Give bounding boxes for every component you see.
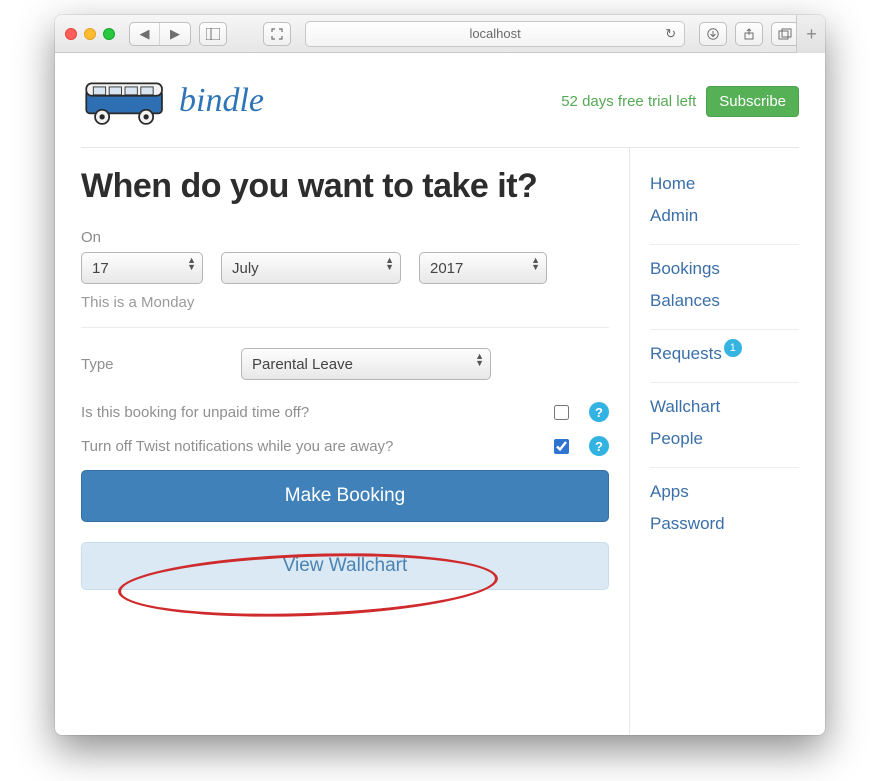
new-tab-button[interactable]: + — [796, 15, 825, 53]
page-body: When do you want to take it? On 17 ▲▼ Ju… — [81, 148, 799, 735]
day-value: 17 — [92, 260, 109, 277]
back-button[interactable]: ◀ — [130, 23, 160, 45]
sidebar-item-admin[interactable]: Admin — [650, 200, 799, 232]
nav-group-5: Apps Password — [650, 476, 799, 552]
close-icon[interactable] — [65, 28, 77, 40]
tabs-icon — [778, 28, 792, 40]
share-icon — [743, 28, 755, 40]
year-select[interactable]: 2017 ▲▼ — [419, 252, 547, 284]
sidebar-item-requests[interactable]: Requests 1 — [650, 338, 799, 370]
download-icon — [707, 28, 719, 40]
sidebar-item-apps[interactable]: Apps — [650, 476, 799, 508]
month-select[interactable]: July ▲▼ — [221, 252, 401, 284]
share-button[interactable] — [735, 22, 763, 46]
main-content: When do you want to take it? On 17 ▲▼ Ju… — [81, 148, 629, 735]
nav-group-2: Bookings Balances — [650, 253, 799, 330]
type-select[interactable]: Parental Leave ▲▼ — [241, 348, 491, 380]
sidebar-icon — [206, 28, 220, 40]
maximize-icon[interactable] — [103, 28, 115, 40]
logo-icon — [81, 71, 169, 131]
chevron-updown-icon: ▲▼ — [385, 257, 394, 271]
sidebar-item-people[interactable]: People — [650, 423, 799, 455]
nav-back-forward: ◀ ▶ — [129, 22, 191, 46]
browser-window: ◀ ▶ localhost ↻ » + — [55, 15, 825, 735]
type-row: Type Parental Leave ▲▼ — [81, 348, 609, 380]
weekday-hint: This is a Monday — [81, 294, 609, 311]
date-selects: 17 ▲▼ July ▲▼ 2017 ▲▼ — [81, 252, 609, 284]
type-label: Type — [81, 356, 241, 373]
requests-badge: 1 — [724, 339, 742, 357]
sidebar-item-home[interactable]: Home — [650, 168, 799, 200]
sidebar-item-label: Requests — [650, 344, 722, 364]
twist-label: Turn off Twist notifications while you a… — [81, 438, 554, 455]
month-value: July — [232, 260, 259, 277]
type-value: Parental Leave — [252, 356, 353, 373]
day-select[interactable]: 17 ▲▼ — [81, 252, 203, 284]
window-controls — [65, 28, 115, 40]
sidebar-item-bookings[interactable]: Bookings — [650, 253, 799, 285]
tabs-button[interactable] — [771, 22, 799, 46]
trial-status: 52 days free trial left — [561, 93, 696, 110]
unpaid-row: Is this booking for unpaid time off? ? — [81, 402, 609, 422]
page-title: When do you want to take it? — [81, 168, 609, 205]
divider — [81, 327, 609, 328]
view-wallchart-button[interactable]: View Wallchart — [81, 542, 609, 590]
unpaid-checkbox[interactable] — [554, 405, 569, 420]
url-bar[interactable]: localhost ↻ — [305, 21, 685, 47]
nav-group-4: Wallchart People — [650, 391, 799, 468]
forward-button[interactable]: ▶ — [160, 23, 190, 45]
sidebar-item-balances[interactable]: Balances — [650, 285, 799, 317]
chevron-updown-icon: ▲▼ — [531, 257, 540, 271]
sidebar-item-password[interactable]: Password — [650, 508, 799, 540]
help-icon[interactable]: ? — [589, 402, 609, 422]
year-value: 2017 — [430, 260, 463, 277]
page: bindle 52 days free trial left Subscribe… — [55, 53, 825, 735]
help-icon[interactable]: ? — [589, 436, 609, 456]
url-text: localhost — [469, 26, 520, 41]
downloads-button[interactable] — [699, 22, 727, 46]
sidebar-toggle-button[interactable] — [199, 22, 227, 46]
brand-name: bindle — [179, 82, 264, 120]
chevron-updown-icon: ▲▼ — [475, 353, 484, 367]
on-label: On — [81, 229, 609, 246]
minimize-icon[interactable] — [84, 28, 96, 40]
twist-checkbox[interactable] — [554, 439, 569, 454]
reload-icon[interactable]: ↻ — [665, 26, 676, 42]
sidebar: Home Admin Bookings Balances Requests 1 … — [629, 148, 799, 735]
expand-icon — [271, 28, 283, 40]
subscribe-button[interactable]: Subscribe — [706, 86, 799, 117]
sidebar-item-wallchart[interactable]: Wallchart — [650, 391, 799, 423]
unpaid-label: Is this booking for unpaid time off? — [81, 404, 554, 421]
nav-group-3: Requests 1 — [650, 338, 799, 383]
app-header: bindle 52 days free trial left Subscribe — [81, 71, 799, 148]
fullscreen-button[interactable] — [263, 22, 291, 46]
make-booking-button[interactable]: Make Booking — [81, 470, 609, 522]
browser-toolbar: ◀ ▶ localhost ↻ » + — [55, 15, 825, 53]
twist-row: Turn off Twist notifications while you a… — [81, 436, 609, 456]
nav-group-1: Home Admin — [650, 168, 799, 245]
chevron-updown-icon: ▲▼ — [187, 257, 196, 271]
